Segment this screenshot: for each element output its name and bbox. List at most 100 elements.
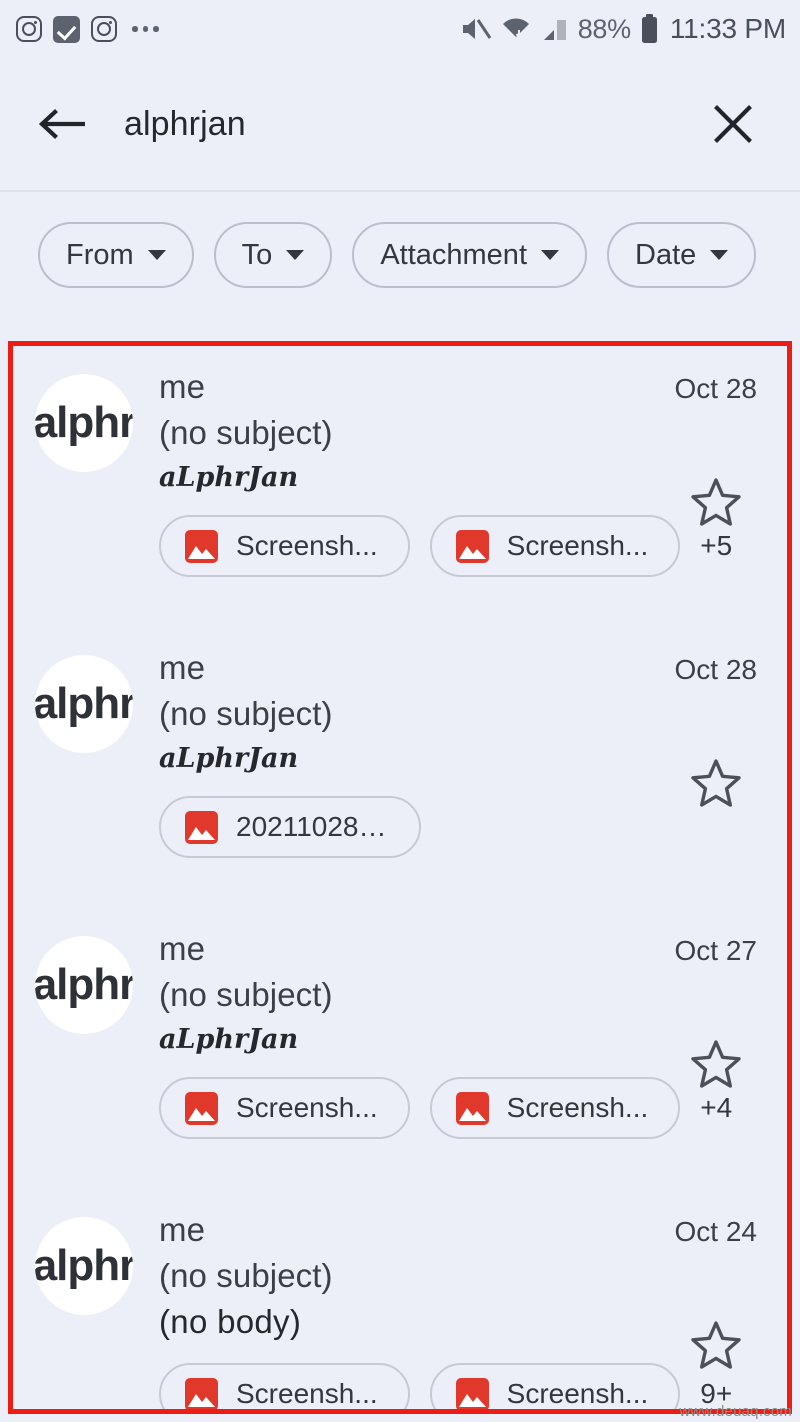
image-file-icon (185, 1377, 218, 1409)
image-file-icon (455, 1377, 489, 1409)
android-status-bar: 88% 11:33 PM (0, 0, 800, 58)
email-date: Oct 27 (674, 935, 757, 966)
battery-percent-label: 88% (577, 13, 631, 44)
avatar-label: alphr (35, 1241, 133, 1290)
chevron-down-icon (710, 250, 729, 260)
attachment-chip[interactable]: Screensh... (159, 1077, 410, 1139)
email-list-item[interactable]: alphr me Oct 27 (no subject) aLphrJan Screens… (13, 908, 787, 1189)
avatar[interactable]: alphr (35, 936, 133, 1034)
search-query-text[interactable]: alphrjan (124, 105, 246, 144)
email-sender: me (159, 930, 206, 967)
attachment-overflow-count: +4 (700, 1092, 733, 1123)
filter-chip-label: Date (635, 238, 697, 271)
close-x-icon (714, 105, 752, 143)
filter-chip-to[interactable]: To (213, 222, 333, 288)
email-content: me Oct 28 (no subject) aLphrJan 20211028_054… (159, 649, 761, 908)
avatar[interactable]: alphr (35, 1217, 133, 1315)
attachment-name: 20211028_0540... (236, 811, 389, 842)
chevron-down-icon (286, 250, 305, 260)
avatar[interactable]: alphr (35, 655, 133, 753)
email-list-item[interactable]: alphr me Oct 24 (no subject) (no body) Screen… (13, 1189, 787, 1409)
attachment-name: Screensh... (236, 530, 378, 561)
star-button[interactable] (689, 476, 743, 530)
image-file-icon (185, 810, 218, 844)
search-filter-chips: From To Attachment Date (0, 194, 800, 316)
avatar-label: alphr (35, 960, 133, 1009)
email-date: Oct 28 (674, 654, 757, 685)
attachment-overflow-count: +5 (700, 530, 733, 561)
email-list-item[interactable]: alphr me Oct 28 (no subject) aLphrJan Screens… (13, 346, 787, 627)
attachment-row: Screensh... Screensh... +5 (159, 515, 761, 577)
overflow-dots-icon (132, 26, 159, 32)
email-content: me Oct 28 (no subject) aLphrJan Screensh... S… (159, 368, 761, 627)
status-bar-system-icons: 88% 11:33 PM (461, 13, 786, 45)
volume-muted-icon (462, 19, 491, 39)
email-snippet: (no body) (159, 1303, 302, 1340)
attachment-name: Screensh... (236, 1378, 378, 1409)
attachment-chip[interactable]: Screensh... (429, 515, 681, 577)
star-outline-icon (691, 759, 741, 807)
filter-chip-attachment[interactable]: Attachment (352, 222, 587, 288)
email-snippet: aLphrJan (159, 1024, 299, 1055)
attachment-row: 20211028_0540... (159, 796, 761, 858)
attachment-chip[interactable]: 20211028_0540... (159, 796, 421, 858)
email-content: me Oct 27 (no subject) aLphrJan Screensh... S… (159, 930, 761, 1189)
filter-chip-date[interactable]: Date (607, 222, 757, 288)
attachment-chip[interactable]: Screensh... (159, 1363, 410, 1409)
clear-search-button[interactable] (702, 93, 764, 155)
status-bar-notification-icons (16, 15, 159, 43)
image-file-icon (455, 1091, 489, 1125)
attachment-name: Screensh... (506, 1378, 649, 1409)
filter-chip-from[interactable]: From (38, 222, 194, 288)
email-sender: me (159, 649, 206, 686)
email-subject: (no subject) (159, 414, 333, 451)
star-button[interactable] (689, 1038, 743, 1092)
email-sender: me (159, 368, 206, 405)
email-snippet: aLphrJan (159, 743, 299, 774)
arrow-left-icon (38, 109, 85, 139)
email-list-item[interactable]: alphr me Oct 28 (no subject) aLphrJan 2021102… (13, 627, 787, 908)
attachment-chip[interactable]: Screensh... (159, 515, 410, 577)
email-result-list: alphr me Oct 28 (no subject) aLphrJan Screens… (13, 346, 787, 1409)
attachment-name: Screensh... (506, 530, 649, 561)
clock-label: 11:33 PM (669, 13, 786, 44)
email-subject: (no subject) (159, 976, 333, 1013)
avatar[interactable]: alphr (35, 374, 133, 472)
star-outline-icon (691, 1040, 741, 1088)
instagram-icon (16, 16, 42, 42)
checkbox-checked-icon (53, 15, 80, 43)
avatar-label: alphr (35, 398, 133, 447)
email-content: me Oct 24 (no subject) (no body) Screensh...… (159, 1211, 761, 1409)
email-subject: (no subject) (159, 1257, 333, 1294)
attachment-row: Screensh... Screensh... +4 (159, 1077, 761, 1139)
instagram-icon (91, 16, 117, 42)
filter-chip-label: Attachment (380, 238, 527, 271)
star-outline-icon (691, 478, 741, 526)
cell-signal-icon (543, 20, 566, 40)
attachment-chip[interactable]: Screensh... (429, 1077, 681, 1139)
email-snippet: aLphrJan (159, 462, 299, 493)
chevron-down-icon (147, 250, 166, 260)
site-watermark: www.deuaq.com (679, 1403, 792, 1420)
chevron-down-icon (541, 250, 559, 260)
wifi-icon (502, 18, 529, 38)
star-button[interactable] (689, 1319, 743, 1373)
search-results-highlight-box: alphr me Oct 28 (no subject) aLphrJan Screens… (8, 341, 792, 1414)
email-date: Oct 28 (674, 373, 757, 404)
image-file-icon (185, 529, 218, 563)
avatar-label: alphr (35, 679, 133, 728)
star-outline-icon (691, 1321, 741, 1369)
star-button[interactable] (689, 757, 743, 811)
gmail-search-results-screen: 88% 11:33 PM alphrjan From To Attachment… (0, 0, 800, 1422)
image-file-icon (185, 1091, 218, 1125)
battery-icon (641, 14, 657, 43)
attachment-row: Screensh... Screensh... 9+ (159, 1363, 761, 1409)
email-sender: me (159, 1211, 206, 1248)
email-subject: (no subject) (159, 695, 333, 732)
attachment-name: Screensh... (236, 1092, 378, 1123)
attachment-chip[interactable]: Screensh... (429, 1363, 681, 1409)
filter-chip-label: From (66, 238, 134, 271)
search-header: alphrjan (0, 58, 800, 192)
back-button[interactable] (26, 89, 96, 159)
image-file-icon (455, 529, 489, 563)
